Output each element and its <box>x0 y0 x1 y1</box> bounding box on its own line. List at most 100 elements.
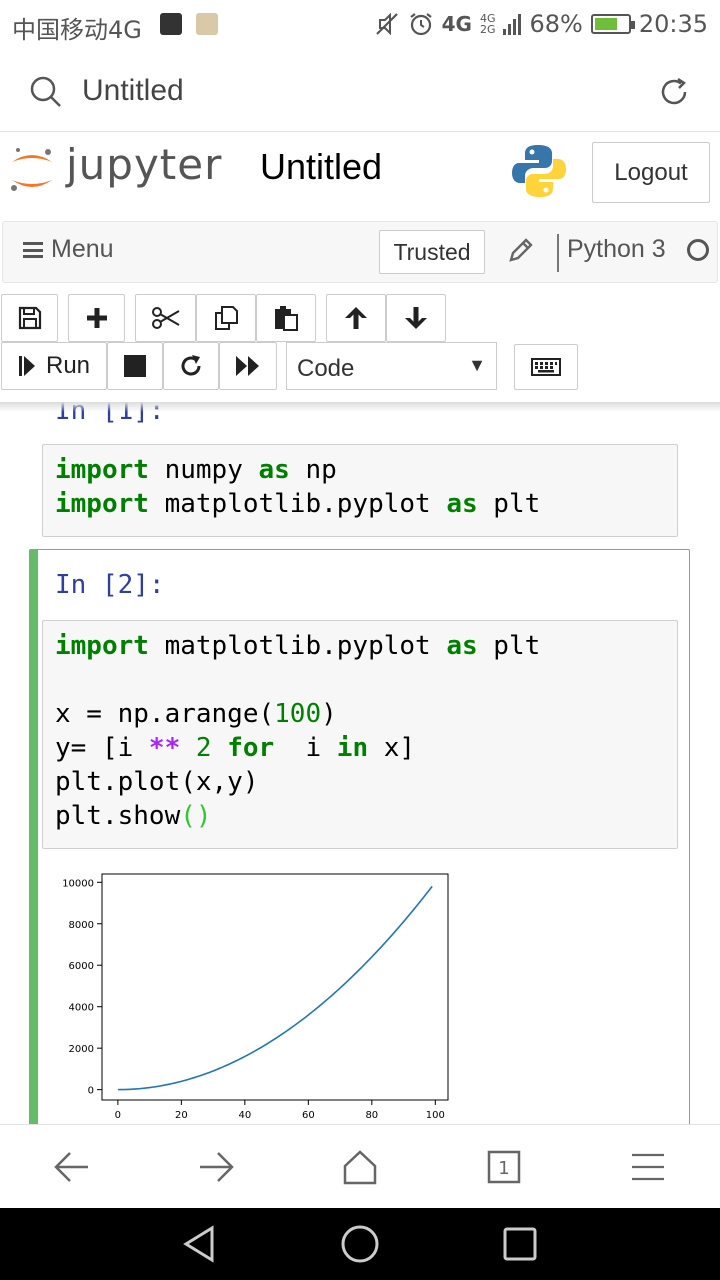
code-token: import <box>55 489 149 519</box>
status-bar: 中国移动4G 4G 4G 2G 68% 20:35 <box>0 0 720 50</box>
code-token: plt.plot(x,y) <box>55 767 259 797</box>
copy-button[interactable] <box>196 294 256 342</box>
x-tick-label: 40 <box>238 1110 251 1121</box>
paste-button[interactable] <box>256 294 316 342</box>
y-tick-label: 4000 <box>69 1003 94 1014</box>
code-line: plt.plot(x,y) <box>55 765 665 799</box>
cell-2-prompt: In [2]: <box>55 570 165 600</box>
cell-1-code-editor[interactable]: import numpy as np import matplotlib.pypl… <box>42 444 678 537</box>
back-arrow-icon[interactable] <box>52 1149 92 1185</box>
trusted-button[interactable]: Trusted <box>379 230 485 274</box>
scissors-icon <box>151 307 180 329</box>
android-home-icon[interactable] <box>340 1224 380 1264</box>
url-text[interactable]: Untitled <box>82 74 184 108</box>
arrow-up-icon <box>345 307 367 329</box>
menu-bar: Menu Trusted Python 3 <box>2 221 718 283</box>
home-icon[interactable] <box>340 1147 380 1187</box>
arrow-down-icon <box>405 307 427 329</box>
code-token: in <box>336 733 369 763</box>
code-token: 100 <box>274 699 322 729</box>
y-tick-label: 8000 <box>69 920 94 931</box>
menu-label: Menu <box>51 235 114 263</box>
x-tick-label: 0 <box>115 1110 121 1121</box>
save-icon <box>18 306 41 330</box>
browser-menu-icon[interactable] <box>630 1151 666 1183</box>
cut-button[interactable] <box>135 294 196 342</box>
android-nav-bar <box>0 1208 720 1280</box>
plot-frame <box>101 873 449 1101</box>
android-back-icon[interactable] <box>180 1224 220 1264</box>
cell-2-code-editor[interactable]: import matplotlib.pyplot as plt x = np.ar… <box>42 620 678 849</box>
save-button[interactable] <box>1 294 58 342</box>
battery-percent: 68% <box>529 10 583 38</box>
code-line: import numpy as np <box>55 453 665 487</box>
status-icons: 4G 4G 2G 68% 20:35 <box>374 10 708 38</box>
step-forward-icon <box>18 356 35 376</box>
forward-arrow-icon[interactable] <box>196 1149 236 1185</box>
app-notification-icon <box>160 13 182 35</box>
alarm-icon <box>409 13 432 36</box>
code-token: y= [i <box>55 733 149 763</box>
code-token: numpy <box>148 455 259 485</box>
code-token: plt <box>477 631 541 661</box>
code-token: i <box>274 733 337 763</box>
svg-text:1: 1 <box>498 1158 509 1179</box>
network-type: 4G <box>441 12 472 36</box>
x-tick-label: 20 <box>175 1110 188 1121</box>
toolbar-shadow <box>0 402 720 412</box>
browser-bottom-nav: 1 <box>0 1124 720 1208</box>
cell-type-select[interactable]: Code ▼ <box>286 342 497 390</box>
mute-icon <box>375 12 398 36</box>
signal-icon <box>503 13 522 35</box>
code-token: x = np.arange( <box>55 699 275 729</box>
stop-icon <box>124 355 146 377</box>
y-tick-label: 2000 <box>69 1044 94 1055</box>
code-token: for <box>227 733 275 763</box>
keyboard-icon <box>531 358 561 376</box>
carrier-label: 中国移动4G <box>12 16 142 44</box>
menu-button[interactable]: Menu <box>23 235 114 264</box>
y-tick-label: 0 <box>88 1086 94 1097</box>
reload-icon[interactable] <box>656 74 692 110</box>
kernel-name[interactable]: Python 3 <box>567 235 666 264</box>
hamburger-icon <box>23 241 43 258</box>
code-token: as <box>446 631 478 661</box>
logout-button[interactable]: Logout <box>592 142 710 203</box>
restart-icon <box>181 355 201 376</box>
battery-icon <box>590 14 635 34</box>
code-token: matplotlib.pyplot <box>148 631 447 661</box>
android-recents-icon[interactable] <box>502 1226 538 1262</box>
x-tick-label: 100 <box>426 1110 445 1121</box>
notebook-title[interactable]: Untitled <box>260 146 382 188</box>
code-token: import <box>55 631 149 661</box>
interrupt-button[interactable] <box>107 342 163 390</box>
run-button[interactable]: Run <box>1 342 107 390</box>
jupyter-logo-icon[interactable] <box>8 146 56 196</box>
code-token: np <box>289 455 337 485</box>
y-tick-label: 6000 <box>69 961 94 972</box>
code-token: as <box>258 455 290 485</box>
code-token: x] <box>368 733 416 763</box>
python-logo-icon <box>512 145 566 197</box>
notebook-area[interactable]: In [1]: import numpy as np import matplot… <box>0 402 720 1124</box>
code-token: as <box>446 489 478 519</box>
tabs-icon[interactable]: 1 <box>486 1149 522 1185</box>
code-line: import matplotlib.pyplot as plt <box>55 487 665 521</box>
insert-cell-button[interactable] <box>68 294 125 342</box>
edit-pencil-icon[interactable] <box>507 236 535 264</box>
jupyter-logo-text[interactable]: jupyter <box>66 140 222 189</box>
restart-kernel-button[interactable] <box>163 342 219 390</box>
command-palette-button[interactable] <box>514 344 578 390</box>
move-up-button[interactable] <box>326 294 386 342</box>
plus-icon <box>86 308 107 328</box>
restart-run-all-button[interactable] <box>219 342 277 390</box>
code-line: import matplotlib.pyplot as plt <box>55 629 665 663</box>
run-label: Run <box>45 352 91 379</box>
move-down-button[interactable] <box>386 294 446 342</box>
search-icon <box>30 76 61 107</box>
clock: 20:35 <box>638 10 708 38</box>
notebook-page: In [1]: import numpy as np import matplot… <box>0 402 720 1124</box>
browser-address-bar[interactable]: Untitled <box>0 50 720 132</box>
copy-icon <box>215 306 238 330</box>
